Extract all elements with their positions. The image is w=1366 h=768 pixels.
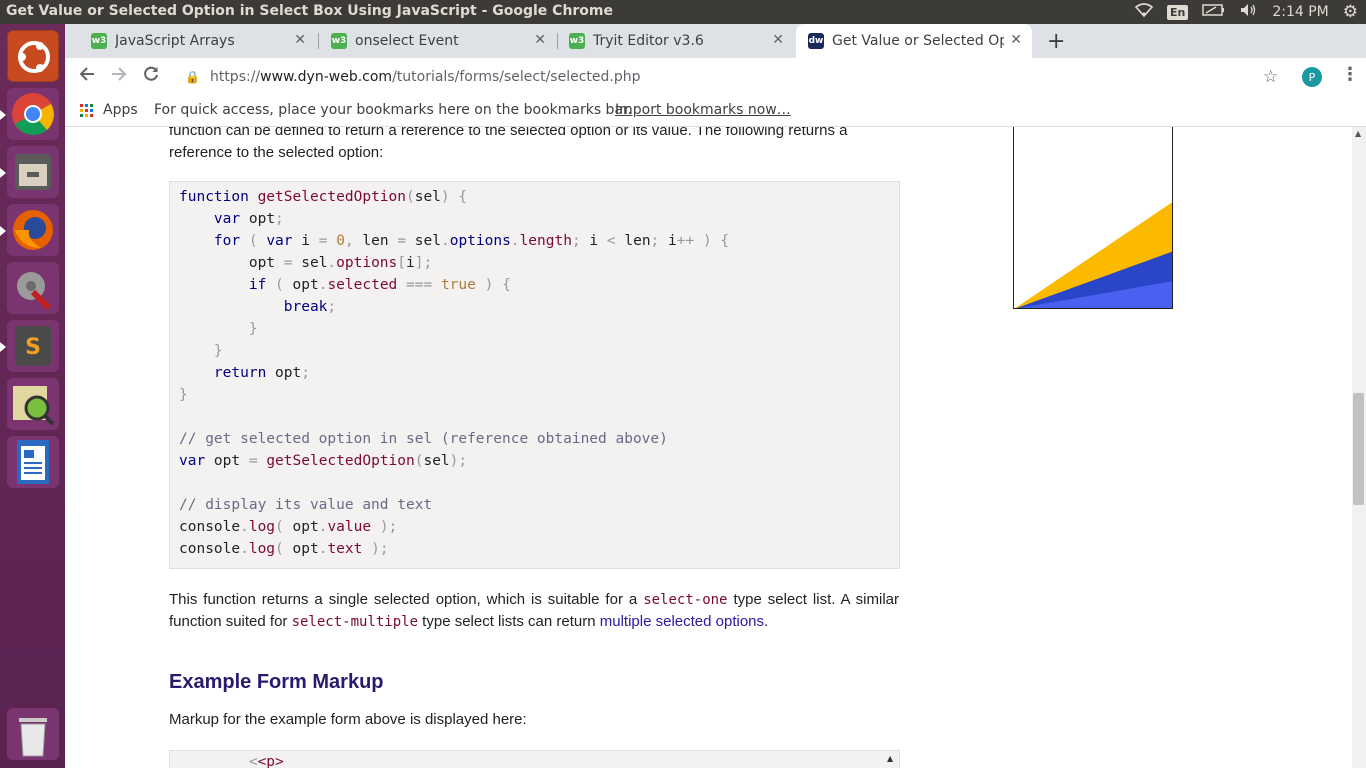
ubuntu-dash-icon[interactable]	[7, 30, 59, 82]
code-block-form-markup: <<p>	[169, 750, 900, 768]
volume-icon[interactable]	[1240, 3, 1258, 21]
w3schools-favicon-icon: w3	[569, 33, 585, 49]
system-settings-launcher-icon[interactable]	[7, 262, 59, 314]
w3schools-favicon-icon: w3	[91, 33, 107, 49]
inline-code-select-one: select-one	[643, 592, 728, 608]
description-paragraph: This function returns a single selected …	[169, 589, 899, 633]
clock[interactable]: 2:14 PM	[1272, 4, 1328, 20]
browser-chrome: w3 JavaScript Arrays ✕ w3 onselect Event…	[65, 24, 1366, 127]
lock-icon[interactable]: 🔒	[185, 70, 200, 84]
apps-grid-icon[interactable]	[80, 104, 94, 122]
tab-javascript-arrays[interactable]: w3 JavaScript Arrays ✕	[65, 24, 320, 58]
dynweb-favicon-icon: dw	[808, 33, 824, 49]
close-tab-icon[interactable]: ✕	[772, 32, 784, 48]
chrome-launcher-icon[interactable]	[0, 88, 59, 140]
intro-paragraph: function can be defined to return a refe…	[169, 127, 899, 164]
reload-icon[interactable]	[143, 66, 159, 87]
tab-label: onselect Event	[355, 33, 459, 49]
apps-shortcut[interactable]: Apps	[103, 102, 138, 118]
system-tray: En 2:14 PM ⚙	[1134, 0, 1366, 24]
settings-gear-icon[interactable]: ⚙	[1343, 2, 1358, 22]
description-text: This function returns a single selected …	[169, 591, 644, 608]
section-paragraph: Markup for the example form above is dis…	[169, 711, 527, 728]
sublime-text-launcher-icon[interactable]: S	[0, 320, 59, 372]
new-tab-plus-icon[interactable]: +	[1047, 29, 1065, 54]
image-viewer-launcher-icon[interactable]	[7, 378, 59, 430]
trash-launcher-icon[interactable]	[7, 708, 59, 760]
svg-text:S: S	[25, 335, 41, 360]
tab-label: Tryit Editor v3.6	[593, 33, 704, 49]
close-tab-icon[interactable]: ✕	[1010, 32, 1022, 48]
intro-line-2: reference to the selected option:	[169, 144, 384, 161]
advertisement-graphic	[1013, 127, 1173, 309]
unity-launcher: S	[0, 24, 65, 768]
firefox-launcher-icon[interactable]	[0, 204, 59, 256]
toolbar: 🔒 https://www.dyn-web.com/tutorials/form…	[65, 58, 1366, 96]
description-text: .	[764, 613, 769, 630]
bookmarks-bar: Apps For quick access, place your bookma…	[65, 96, 1366, 127]
bookmark-star-icon[interactable]: ☆	[1263, 67, 1278, 87]
code-scroll-up-icon[interactable]: ▲	[887, 754, 893, 763]
url-scheme: https://	[209, 69, 261, 85]
bookmarks-hint: For quick access, place your bookmarks h…	[154, 102, 632, 118]
tab-label: JavaScript Arrays	[115, 33, 235, 49]
tab-strip: w3 JavaScript Arrays ✕ w3 onselect Event…	[65, 24, 1366, 58]
page-content: function can be defined to return a refe…	[65, 127, 1352, 768]
import-bookmarks-link[interactable]: Import bookmarks now…	[615, 102, 791, 118]
files-launcher-icon[interactable]	[0, 146, 59, 198]
w3schools-favicon-icon: w3	[331, 33, 347, 49]
intro-line-1: function can be defined to return a refe…	[169, 127, 848, 139]
scrollbar-thumb[interactable]	[1353, 393, 1364, 505]
tab-label: Get Value or Selected Opt	[832, 33, 1004, 49]
markup-first-line: <p>	[257, 754, 284, 768]
chrome-menu-icon[interactable]: ⋮	[1341, 64, 1359, 85]
multiple-selected-options-link[interactable]: multiple selected options	[600, 613, 764, 630]
keyboard-layout-indicator[interactable]: En	[1166, 4, 1189, 20]
battery-icon[interactable]	[1202, 4, 1226, 20]
code-block-get-selected-option: function getSelectedOption(sel) { var op…	[169, 181, 900, 569]
window-title: Get Value or Selected Option in Select B…	[6, 3, 614, 19]
url-path: /tutorials/forms/select/selected.php	[392, 69, 641, 85]
inline-code-select-multiple: select-multiple	[291, 614, 419, 630]
section-heading: Example Form Markup	[169, 671, 384, 693]
libreoffice-writer-launcher-icon[interactable]	[7, 436, 59, 488]
forward-arrow-icon[interactable]	[111, 66, 127, 87]
back-arrow-icon[interactable]	[79, 66, 95, 87]
system-top-bar: Get Value or Selected Option in Select B…	[0, 0, 1366, 24]
address-bar[interactable]: 🔒 https://www.dyn-web.com/tutorials/form…	[181, 63, 1273, 91]
profile-avatar[interactable]: P	[1302, 67, 1322, 87]
tab-onselect-event[interactable]: w3 onselect Event ✕	[305, 24, 560, 58]
description-text: type select lists can return	[418, 613, 600, 630]
tab-tryit-editor[interactable]: w3 Tryit Editor v3.6 ✕	[543, 24, 798, 58]
wifi-icon[interactable]	[1134, 3, 1154, 21]
tab-get-value-selected-option[interactable]: dw Get Value or Selected Opt ✕	[796, 24, 1032, 58]
url-host: www.dyn-web.com	[260, 69, 393, 85]
scroll-up-arrow-icon[interactable]: ▲	[1355, 129, 1361, 138]
